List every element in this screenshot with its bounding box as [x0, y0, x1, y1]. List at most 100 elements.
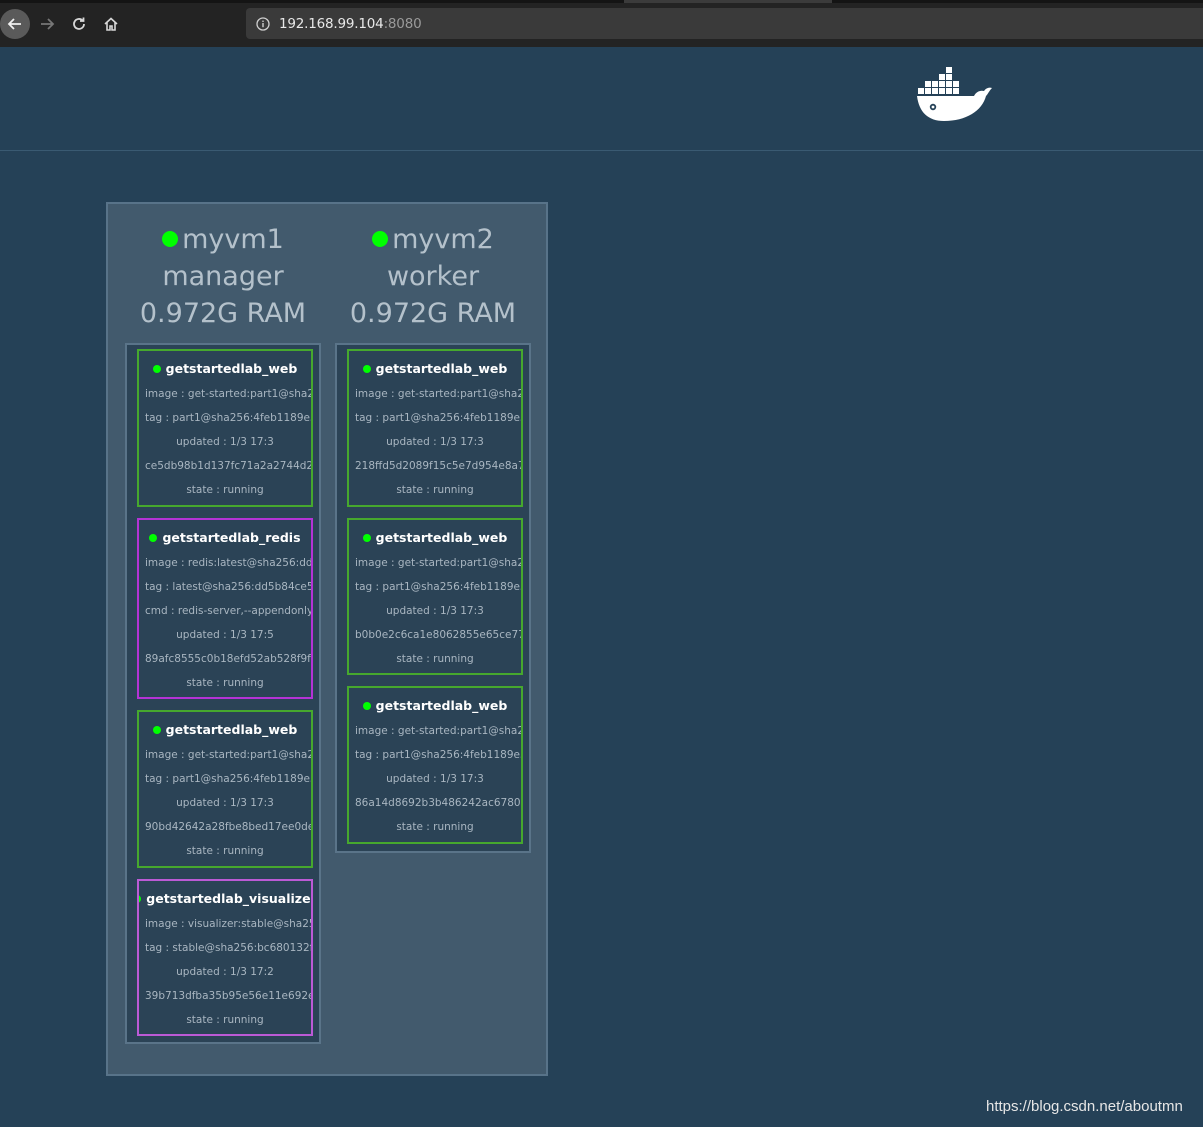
task-id: 86a14d8692b3b486242ac6780129 — [355, 797, 521, 809]
task-status-dot-icon — [139, 894, 142, 903]
task-id: b0b0e2c6ca1e8062855e65ce772ee — [355, 629, 521, 641]
task-title-text: getstartedlab_web — [165, 361, 298, 376]
task-id: 89afc8555c0b18efd52ab528f9f1235 — [145, 653, 311, 665]
task-title-text: getstartedlab_redis — [162, 530, 301, 545]
task-tag: tag : latest@sha256:dd5b84ce536d8 — [145, 581, 311, 593]
task-tag: tag : stable@sha256:bc680132f7722 — [145, 942, 311, 954]
task-title-text: getstartedlab_web — [375, 698, 508, 713]
node-name: myvm2 — [372, 221, 494, 258]
task-image: image : get-started:part1@sha256:4feb118… — [355, 725, 521, 737]
task-card-visualizer[interactable]: getstartedlab_visualizer image : visuali… — [137, 879, 313, 1036]
home-icon — [104, 17, 118, 31]
task-card-web[interactable]: getstartedlab_web image : get-started:pa… — [347, 518, 523, 675]
task-updated: updated : 1/3 17:3 — [386, 436, 484, 448]
url-text: 192.168.99.104:8080 — [279, 15, 422, 32]
task-state: state : running — [186, 484, 264, 496]
watermark: https://blog.csdn.net/aboutmn — [986, 1098, 1183, 1115]
task-image: image : get-started:part1@sha256:4feb118… — [145, 749, 311, 761]
task-title: getstartedlab_web — [349, 530, 521, 545]
task-status-dot-icon — [152, 725, 161, 734]
task-updated: updated : 1/3 17:3 — [386, 773, 484, 785]
back-button[interactable] — [0, 9, 30, 39]
swarm-cluster: myvm1 manager 0.972G RAM getstartedlab_w… — [106, 202, 548, 1076]
task-image: image : visualizer:stable@sha256:bc68013… — [145, 918, 311, 930]
node-header: myvm1 manager 0.972G RAM — [123, 220, 323, 332]
task-image: image : get-started:part1@sha256:4feb118… — [355, 388, 521, 400]
task-card-web[interactable]: getstartedlab_web image : get-started:pa… — [347, 686, 523, 844]
task-id: 39b713dfba35b95e56e11e692e6cb — [145, 990, 311, 1002]
task-updated: updated : 1/3 17:3 — [176, 436, 274, 448]
task-status-dot-icon — [362, 533, 371, 542]
task-tag: tag : part1@sha256:4feb1189e36cc8 — [355, 749, 521, 761]
task-image: image : get-started:part1@sha256:4feb118… — [145, 388, 311, 400]
arrow-left-icon — [7, 18, 21, 30]
task-state: state : running — [186, 677, 264, 689]
node-myvm2: myvm2 worker 0.972G RAM getstartedlab_we… — [333, 220, 533, 853]
node-name-text: myvm1 — [182, 223, 284, 255]
browser-toolbar: 192.168.99.104:8080 — [0, 0, 1203, 47]
task-state: state : running — [396, 653, 474, 665]
task-title: getstartedlab_web — [139, 361, 311, 376]
node-status-dot-icon — [372, 231, 389, 247]
url-port: :8080 — [383, 15, 422, 32]
task-status-dot-icon — [149, 533, 158, 542]
task-state: state : running — [396, 484, 474, 496]
task-card-redis[interactable]: getstartedlab_redis image : redis:latest… — [137, 518, 313, 699]
task-id: ce5db98b1d137fc71a2a2744d28431 — [145, 460, 311, 472]
node-task-list: getstartedlab_web image : get-started:pa… — [125, 343, 321, 1044]
node-role: manager — [162, 260, 284, 292]
task-id: 218ffd5d2089f15c5e7d954e8a7121 — [355, 460, 521, 472]
node-header: myvm2 worker 0.972G RAM — [333, 220, 533, 332]
node-ram: 0.972G RAM — [349, 297, 517, 329]
task-cmd: cmd : redis-server,--appendonly,yes — [145, 605, 311, 617]
task-title-text: getstartedlab_web — [165, 722, 298, 737]
task-updated: updated : 1/3 17:2 — [176, 966, 274, 978]
node-status-dot-icon — [162, 231, 179, 247]
node-name-text: myvm2 — [392, 223, 494, 255]
task-tag: tag : part1@sha256:4feb1189e36cc8 — [145, 773, 311, 785]
task-image: image : get-started:part1@sha256:4feb118… — [355, 557, 521, 569]
tab-strip — [0, 0, 1203, 3]
task-card-web[interactable]: getstartedlab_web image : get-started:pa… — [137, 710, 313, 868]
address-bar[interactable]: 192.168.99.104:8080 — [246, 8, 1203, 39]
forward-button[interactable] — [32, 9, 62, 39]
node-name: myvm1 — [162, 221, 284, 258]
task-tag: tag : part1@sha256:4feb1189e36cc8 — [355, 412, 521, 424]
task-title: getstartedlab_visualizer — [139, 891, 311, 906]
task-updated: updated : 1/3 17:3 — [176, 797, 274, 809]
task-title: getstartedlab_redis — [139, 530, 311, 545]
task-updated: updated : 1/3 17:3 — [386, 605, 484, 617]
reload-icon — [73, 17, 85, 30]
info-icon[interactable] — [256, 16, 270, 31]
task-id: 90bd42642a28fbe8bed17ee0deabc — [145, 821, 311, 833]
task-card-web[interactable]: getstartedlab_web image : get-started:pa… — [137, 349, 313, 507]
task-status-dot-icon — [362, 364, 371, 373]
active-tab[interactable] — [624, 0, 832, 3]
task-title: getstartedlab_web — [349, 361, 521, 376]
task-tag: tag : part1@sha256:4feb1189e36cc8 — [355, 581, 521, 593]
task-title-text: getstartedlab_web — [375, 361, 508, 376]
url-host: 192.168.99.104 — [279, 15, 384, 32]
node-myvm1: myvm1 manager 0.972G RAM getstartedlab_w… — [123, 220, 323, 1044]
task-title: getstartedlab_web — [139, 722, 311, 737]
task-title-text: getstartedlab_visualizer — [146, 891, 313, 906]
task-image: image : redis:latest@sha256:dd5b84ce536d — [145, 557, 311, 569]
visualizer-header — [0, 47, 1203, 151]
reload-button[interactable] — [64, 9, 94, 39]
node-ram: 0.972G RAM — [139, 297, 307, 329]
task-status-dot-icon — [152, 364, 161, 373]
task-title-text: getstartedlab_web — [375, 530, 508, 545]
task-state: state : running — [186, 1014, 264, 1026]
node-role: worker — [386, 260, 480, 292]
task-state: state : running — [396, 821, 474, 833]
home-button[interactable] — [96, 9, 126, 39]
task-status-dot-icon — [362, 701, 371, 710]
task-title: getstartedlab_web — [349, 698, 521, 713]
task-tag: tag : part1@sha256:4feb1189e36cc8 — [145, 412, 311, 424]
task-card-web[interactable]: getstartedlab_web image : get-started:pa… — [347, 349, 523, 507]
task-state: state : running — [186, 845, 264, 857]
node-task-list: getstartedlab_web image : get-started:pa… — [335, 343, 531, 853]
arrow-right-icon — [41, 18, 55, 30]
task-updated: updated : 1/3 17:5 — [176, 629, 274, 641]
docker-whale-icon — [917, 67, 992, 121]
